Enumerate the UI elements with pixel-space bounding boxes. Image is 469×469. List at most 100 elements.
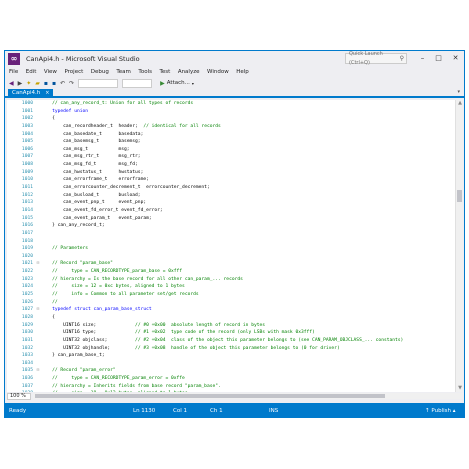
scroll-down-icon[interactable]: ▼ bbox=[456, 385, 463, 392]
line-number: 1010 bbox=[21, 177, 33, 183]
menu-edit[interactable]: Edit bbox=[26, 69, 37, 75]
line-number: 1002 bbox=[21, 116, 33, 122]
code-line: 1027 ⊟ typedef struct can_param_base_stru… bbox=[7, 306, 455, 314]
vs-window: ∞ CanApi4.h - Microsoft Visual Studio Qu… bbox=[4, 50, 465, 418]
save-icon[interactable]: ▪ bbox=[44, 80, 48, 87]
status-bar: Ready Ln 1130 Col 1 Ch 1 INS ↑ Publish ▴ bbox=[5, 403, 464, 417]
menu-project[interactable]: Project bbox=[64, 69, 83, 75]
menu-file[interactable]: File bbox=[9, 69, 18, 75]
forward-icon[interactable]: ▶ bbox=[18, 80, 23, 87]
line-number: 1034 bbox=[21, 360, 33, 366]
menu-debug[interactable]: Debug bbox=[91, 69, 109, 75]
line-number: 1037 bbox=[21, 383, 33, 389]
open-folder-icon[interactable]: ▰ bbox=[35, 80, 40, 87]
tab-canapi4-h[interactable]: CanApi4.h × bbox=[8, 89, 54, 98]
code-text: can_event_pnp_t event_pnp; bbox=[41, 200, 147, 206]
menu-window[interactable]: Window bbox=[207, 69, 229, 75]
line-number: 1015 bbox=[21, 215, 33, 221]
line-number: 1001 bbox=[21, 108, 33, 114]
zoom-dropdown[interactable]: 100 % bbox=[7, 392, 31, 400]
quick-launch-input[interactable]: Quick Launch (Ctrl+Q) ⚲ bbox=[345, 51, 407, 66]
menu-team[interactable]: Team bbox=[116, 69, 131, 75]
code-text: // bbox=[41, 299, 58, 305]
menu-tools[interactable]: Tools bbox=[138, 69, 152, 75]
status-char: Ch 1 bbox=[210, 407, 223, 414]
vertical-scrollbar[interactable]: ▲ ▼ bbox=[455, 100, 463, 392]
menu-test[interactable]: Test bbox=[159, 69, 170, 75]
code-text: UINT16 size; // #0 +0x00 absolute length… bbox=[41, 322, 266, 328]
fold-toggle-icon bbox=[35, 253, 41, 261]
menu-view[interactable]: View bbox=[44, 69, 57, 75]
line-number: 1000 bbox=[21, 101, 33, 106]
line-number: 1025 bbox=[21, 292, 33, 298]
code-line: 1026 // bbox=[7, 299, 455, 307]
code-text: can_errorcounter_decrement_t errorcounte… bbox=[41, 185, 210, 191]
menu-analyze[interactable]: Analyze bbox=[178, 69, 200, 75]
code-line: 1013 can_event_pnp_t event_pnp; bbox=[7, 199, 455, 207]
line-number: 1003 bbox=[21, 123, 33, 129]
back-icon[interactable]: ◀ bbox=[9, 80, 14, 87]
code-line: 1011 can_errorcounter_decrement_t errorc… bbox=[7, 184, 455, 192]
code-line: 1012 can_busload_t busload; bbox=[7, 192, 455, 200]
code-line: 1019 // Parameters bbox=[7, 245, 455, 253]
code-line: 1022 // type = CAN_RECORDTYPE_param_base… bbox=[7, 268, 455, 276]
new-project-icon[interactable]: ✦ bbox=[26, 80, 31, 87]
code-text: can_recordheader_t header; // identical … bbox=[41, 123, 221, 129]
code-text: typedef struct can_param_base_struct bbox=[41, 307, 152, 313]
code-text: // info = Common to all parameter set/ge… bbox=[41, 292, 199, 298]
status-line: Ln 1130 bbox=[133, 407, 156, 414]
vertical-scroll-thumb[interactable] bbox=[457, 190, 462, 202]
scroll-up-icon[interactable]: ▲ bbox=[456, 100, 463, 107]
code-text: // can_any_record_t: Union for all types… bbox=[41, 101, 194, 106]
tab-label: CanApi4.h bbox=[12, 90, 41, 96]
code-text: // type = CAN_RECORDTYPE_param_base = 0x… bbox=[41, 269, 183, 275]
code-line: 1020 bbox=[7, 253, 455, 261]
code-line: 1002 { bbox=[7, 115, 455, 123]
code-text: can_msg_rtr_t msg_rtr; bbox=[41, 154, 141, 160]
code-line: 1008 can_msg_fd_t msg_fd; bbox=[7, 161, 455, 169]
code-text: can_msg_fd_t msg_fd; bbox=[41, 162, 138, 168]
code-editor[interactable]: 1000 // can_any_record_t: Union for all … bbox=[7, 100, 463, 392]
horizontal-scrollbar[interactable] bbox=[33, 393, 463, 399]
code-line: 1003 can_recordheader_t header; // ident… bbox=[7, 123, 455, 131]
document-tab-strip: CanApi4.h × ▾ bbox=[5, 89, 464, 98]
search-icon: ⚲ bbox=[399, 55, 404, 62]
attach-button[interactable]: ▶ Attach... ▾ bbox=[160, 80, 194, 87]
line-number: 1023 bbox=[21, 276, 33, 282]
line-number: 1007 bbox=[21, 154, 33, 160]
code-line: 1014 can_event_fd_error_t event_fd_error… bbox=[7, 207, 455, 215]
code-line: 1031 UINT32 objclass; // #2 +0x04 class … bbox=[7, 337, 455, 345]
code-text: // Record "param_error" bbox=[41, 368, 116, 374]
line-number: 1016 bbox=[21, 223, 33, 229]
screen: ∞ CanApi4.h - Microsoft Visual Studio Qu… bbox=[0, 0, 469, 469]
line-number: 1008 bbox=[21, 162, 33, 168]
line-number: 1006 bbox=[21, 146, 33, 152]
close-tab-icon[interactable]: × bbox=[45, 89, 49, 98]
code-text: UINT32 objhandle; // #3 +0x08 handle of … bbox=[41, 345, 340, 351]
publish-button[interactable]: ↑ Publish ▴ bbox=[425, 408, 455, 414]
maximize-button[interactable]: □ bbox=[431, 52, 446, 64]
tab-dropdown-icon[interactable]: ▾ bbox=[457, 89, 460, 95]
visual-studio-logo-icon: ∞ bbox=[8, 52, 20, 65]
menu-help[interactable]: Help bbox=[236, 69, 249, 75]
save-all-icon[interactable]: ▪ bbox=[52, 80, 56, 87]
line-number: 1033 bbox=[21, 353, 33, 359]
line-number: 1030 bbox=[21, 330, 33, 336]
line-number: 1005 bbox=[21, 139, 33, 145]
line-number: 1031 bbox=[21, 337, 33, 343]
code-text: can_basemsg_t basemsg; bbox=[41, 139, 141, 145]
platform-dropdown[interactable] bbox=[122, 78, 153, 88]
solution-config-dropdown[interactable] bbox=[78, 78, 119, 88]
code-line: 1007 can_msg_rtr_t msg_rtr; bbox=[7, 153, 455, 161]
horizontal-scroll-thumb[interactable] bbox=[35, 394, 385, 398]
line-number: 1036 bbox=[21, 376, 33, 382]
code-line: 1021 ⊟ // Record "param_base" bbox=[7, 260, 455, 268]
minimize-button[interactable]: – bbox=[415, 52, 430, 64]
code-text: UINT32 objclass; // #2 +0x04 class of th… bbox=[41, 337, 404, 343]
redo-icon[interactable]: ↷ bbox=[69, 80, 74, 87]
undo-icon[interactable]: ↶ bbox=[60, 80, 65, 87]
code-text: can_basedate_t basedata; bbox=[41, 131, 144, 137]
close-window-button[interactable]: ✕ bbox=[448, 52, 463, 64]
code-line: 1018 bbox=[7, 238, 455, 246]
code-line: 1033 } can_param_base_t; bbox=[7, 352, 455, 360]
